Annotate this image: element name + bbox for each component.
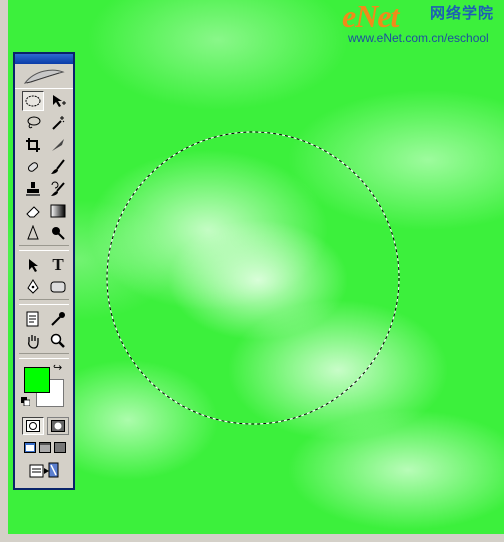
feather-logo-button[interactable] <box>15 64 73 89</box>
brush-tool[interactable] <box>47 157 69 177</box>
eyedropper-tool[interactable] <box>47 309 69 329</box>
screen-mode-group <box>15 441 73 453</box>
full-screen-menu-button[interactable] <box>38 441 51 453</box>
foreground-color-swatch[interactable] <box>24 367 50 393</box>
quick-mask-icon <box>51 420 65 432</box>
dodge-tool[interactable] <box>47 223 69 243</box>
crop-tool[interactable] <box>22 135 44 155</box>
bandage-icon <box>27 162 39 172</box>
healing-brush-tool[interactable] <box>22 157 44 177</box>
imageready-icon <box>29 462 59 478</box>
elliptical-selection[interactable] <box>8 0 504 534</box>
photoshop-workspace: eNet 网络学院 www.eNet.com.cn/eschool T ↪ <box>0 0 504 542</box>
lasso-tool[interactable] <box>22 113 44 133</box>
notes-icon <box>26 311 39 327</box>
gradient-tool[interactable] <box>47 201 69 221</box>
move-tool[interactable] <box>47 91 69 111</box>
gradient-icon <box>50 204 66 218</box>
full-screen-icon <box>53 441 66 453</box>
hand-tool[interactable] <box>22 331 44 351</box>
blur-drop-icon <box>27 225 39 240</box>
default-colors-icon[interactable] <box>21 397 30 406</box>
ellipse-marquee-icon <box>25 95 41 107</box>
palette-divider <box>19 245 69 251</box>
standard-mode-icon <box>26 420 40 432</box>
tools-palette[interactable]: T ↪ <box>13 52 75 490</box>
zoom-tool[interactable] <box>47 331 69 351</box>
magic-wand-tool[interactable] <box>47 113 69 133</box>
palette-divider <box>19 299 69 305</box>
type-tool[interactable]: T <box>47 255 69 275</box>
feather-icon <box>23 69 65 84</box>
magnifier-icon <box>50 333 65 348</box>
history-brush-icon <box>51 181 65 196</box>
slice-tool[interactable] <box>47 135 69 155</box>
watermark-brand: eNet <box>342 0 399 34</box>
stamp-icon <box>26 182 40 196</box>
path-selection-tool[interactable] <box>22 255 44 275</box>
lasso-icon <box>27 116 41 129</box>
full-screen-button[interactable] <box>53 441 66 453</box>
palette-title-bar[interactable] <box>15 54 73 64</box>
elliptical-marquee-tool[interactable] <box>22 91 44 111</box>
slice-knife-icon <box>52 139 64 151</box>
crop-icon <box>26 138 40 152</box>
shape-tool[interactable] <box>47 277 69 297</box>
rounded-rect-icon <box>50 281 66 293</box>
standard-mode-button[interactable] <box>22 417 44 435</box>
pen-tool[interactable] <box>22 277 44 297</box>
eyedropper-icon <box>51 312 65 326</box>
jump-to-imageready-button[interactable] <box>15 461 73 479</box>
clone-stamp-tool[interactable] <box>22 179 44 199</box>
color-swatches: ↪ <box>15 361 73 413</box>
hand-icon <box>28 335 39 349</box>
pen-icon <box>27 279 39 294</box>
watermark-url: www.eNet.com.cn/eschool <box>348 31 489 45</box>
dodge-icon <box>52 227 65 240</box>
image-canvas[interactable]: eNet 网络学院 www.eNet.com.cn/eschool <box>8 0 504 534</box>
quick-mask-mode-button[interactable] <box>47 417 69 435</box>
eraser-icon <box>26 206 40 218</box>
magic-wand-icon <box>52 116 65 130</box>
watermark-chinese: 网络学院 <box>430 4 495 22</box>
type-icon: T <box>52 255 64 274</box>
edit-mode-group <box>15 417 73 435</box>
standard-screen-icon <box>23 441 36 453</box>
swap-colors-icon[interactable]: ↪ <box>53 361 62 374</box>
palette-divider <box>19 353 69 359</box>
brush-icon <box>51 159 65 174</box>
standard-screen-button[interactable] <box>23 441 36 453</box>
eraser-tool[interactable] <box>22 201 44 221</box>
notes-tool[interactable] <box>22 309 44 329</box>
site-watermark: eNet 网络学院 www.eNet.com.cn/eschool <box>342 0 504 50</box>
selection-arrow-icon <box>29 259 38 272</box>
blur-tool[interactable] <box>22 223 44 243</box>
full-screen-menu-icon <box>38 441 51 453</box>
history-brush-tool[interactable] <box>47 179 69 199</box>
move-arrow-icon <box>53 95 66 107</box>
